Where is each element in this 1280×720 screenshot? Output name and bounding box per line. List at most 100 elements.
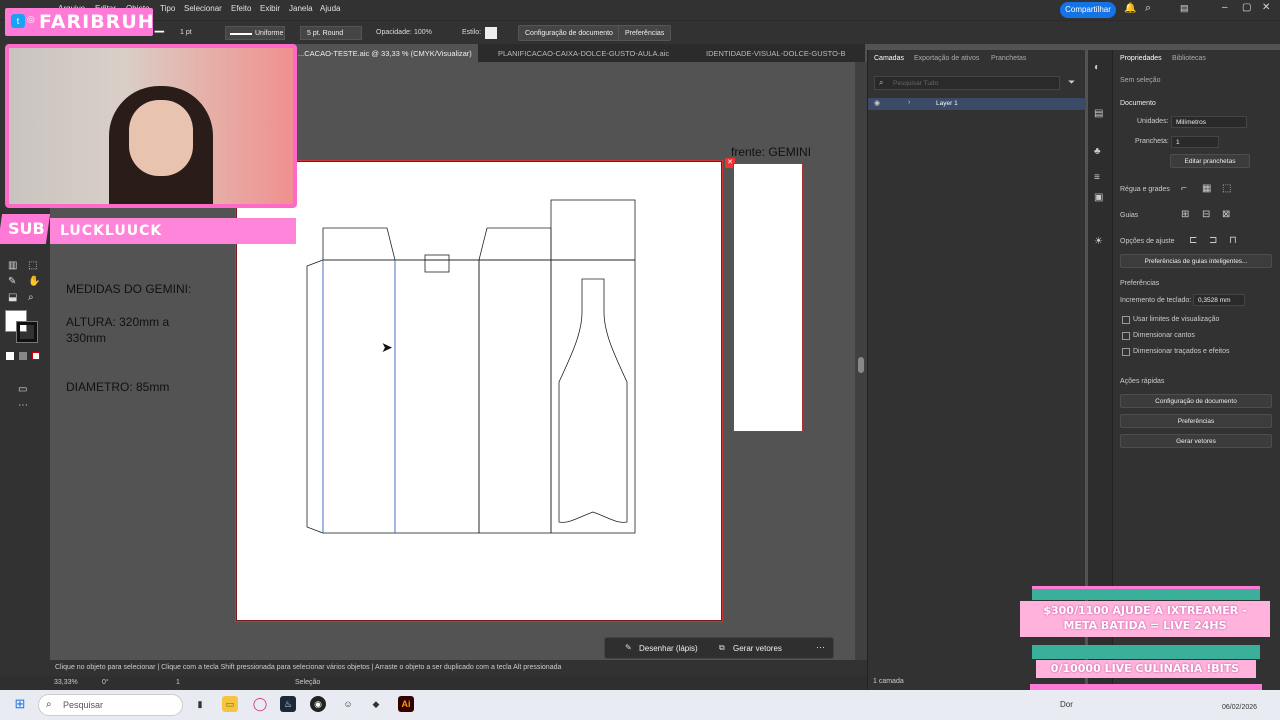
smart-guides-prefs-button[interactable]: Preferências de guias inteligentes... xyxy=(1120,254,1272,268)
color-mode-icon[interactable] xyxy=(6,352,14,360)
brushes-icon[interactable]: ♣ xyxy=(1094,146,1101,157)
rotation-angle[interactable]: 0° xyxy=(102,679,109,686)
discord-icon[interactable]: ☺ xyxy=(340,696,356,712)
menu-select[interactable]: Selecionar xyxy=(184,4,222,13)
edit-artboards-button[interactable]: Editar pranchetas xyxy=(1170,154,1250,168)
filter-icon[interactable]: ⏷ xyxy=(1068,77,1075,88)
none-mode-icon[interactable] xyxy=(32,352,40,360)
style-swatch[interactable] xyxy=(485,27,497,39)
opacity-value[interactable]: 100% xyxy=(414,29,432,36)
tab-properties[interactable]: Propriedades xyxy=(1120,55,1162,62)
ruler-icon[interactable]: ⌐ xyxy=(1181,183,1187,194)
brush-dropdown[interactable]: 5 pt. Round xyxy=(300,26,362,40)
snap-pixel-icon[interactable]: ⊓ xyxy=(1229,235,1237,246)
dieline-drawing[interactable] xyxy=(237,162,723,622)
snap-point-icon[interactable]: ⊏ xyxy=(1189,235,1197,246)
qa-preferences-button[interactable]: Preferências xyxy=(1120,414,1272,428)
checkbox-scale-strokes[interactable] xyxy=(1122,348,1130,356)
vertical-scrollbar[interactable] xyxy=(855,62,867,660)
taskbar-search[interactable]: ⌕ Pesquisar xyxy=(38,694,183,716)
windows-start-icon[interactable]: ⊞ xyxy=(12,696,28,712)
tab-artboards[interactable]: Pranchetas xyxy=(991,55,1026,62)
qa-generate-vectors-button[interactable]: Gerar vetores xyxy=(1120,434,1272,448)
expand-chevron-icon[interactable]: › xyxy=(908,99,910,106)
workspace-icon[interactable]: ▤ xyxy=(1180,3,1189,14)
stroke-swatch[interactable] xyxy=(16,321,38,343)
tab-libraries[interactable]: Bibliotecas xyxy=(1172,55,1206,62)
draw-pencil-button[interactable]: Desenhar (lápis) xyxy=(639,644,698,653)
properties-icon[interactable]: ◐ xyxy=(1094,62,1100,73)
tab-document-2[interactable]: PLANIFICACAO-CAIXA-DOLCE-GUSTO-AULA.aic xyxy=(480,44,680,62)
tab-label: ...CACAO-TESTE.aic @ 33,33 % (CMYK/Visua… xyxy=(298,49,472,58)
illustrator-icon[interactable]: Ai xyxy=(398,696,414,712)
tab-label: IDENTIDADE-VISUAL-DOLCE-GUSTO-B xyxy=(706,49,846,58)
file-explorer-icon[interactable]: ▭ xyxy=(222,696,238,712)
keyboard-increment-value: 0,3528 mm xyxy=(1198,297,1231,304)
close-icon[interactable]: ✕ xyxy=(1262,2,1270,13)
steam-icon[interactable]: ♨ xyxy=(280,696,296,712)
layer-name[interactable]: Layer 1 xyxy=(936,100,958,107)
menu-effect[interactable]: Efeito xyxy=(231,4,251,13)
print-tiling-icon[interactable]: ⬓ xyxy=(8,292,17,303)
stroke-style-dropdown[interactable]: Uniforme xyxy=(225,26,285,40)
stroke-weight[interactable]: 1 pt xyxy=(180,29,192,36)
qa-doc-setup-button[interactable]: Configuração de documento xyxy=(1120,394,1272,408)
zoom-level[interactable]: 33,33% xyxy=(54,679,78,686)
search-icon[interactable]: ⌕ xyxy=(1145,2,1151,15)
checkbox-scale-corners-label: Dimensionar cantos xyxy=(1133,332,1195,339)
share-button[interactable]: Compartilhar xyxy=(1060,2,1116,18)
artboard-2[interactable] xyxy=(733,163,803,432)
doc-setup-button[interactable]: Configuração de documento xyxy=(518,25,620,41)
artboard-number[interactable]: 1 xyxy=(176,679,180,686)
task-view-icon[interactable]: ▮ xyxy=(192,696,208,712)
grid-icon[interactable]: ▦ xyxy=(1202,183,1211,194)
hand-tool-icon[interactable]: ✋ xyxy=(28,276,40,287)
obs-icon[interactable]: ◉ xyxy=(310,696,326,712)
tab-layers[interactable]: Camadas xyxy=(874,55,904,62)
scroll-thumb[interactable] xyxy=(858,357,864,373)
sub-name: LUCKLUUCK xyxy=(60,223,163,239)
keyboard-increment-input[interactable]: 0,3528 mm xyxy=(1193,294,1245,306)
appearance-icon[interactable]: ☀ xyxy=(1094,236,1103,247)
artboard-1[interactable] xyxy=(235,160,723,622)
layers-icon[interactable]: ▤ xyxy=(1094,108,1103,119)
gradient-icon[interactable]: ▣ xyxy=(1094,192,1103,203)
checkbox-preview-bounds[interactable] xyxy=(1122,316,1130,324)
gradient-mode-icon[interactable] xyxy=(19,352,27,360)
smart-guides-icon[interactable]: ⊠ xyxy=(1222,209,1230,220)
generate-vectors-button[interactable]: Gerar vetores xyxy=(733,644,782,653)
menu-view[interactable]: Exibir xyxy=(260,4,280,13)
pixel-grid-icon[interactable]: ⬚ xyxy=(1222,183,1231,194)
menu-window[interactable]: Janela xyxy=(289,4,313,13)
document-tabs: ...CACAO-TESTE.aic @ 33,33 % (CMYK/Visua… xyxy=(240,44,865,62)
app-icon[interactable]: ◆ xyxy=(368,696,384,712)
layer-row[interactable]: ◉ › Layer 1 xyxy=(868,98,1086,110)
minimize-icon[interactable]: – xyxy=(1222,2,1228,13)
artboard-select[interactable]: 1 xyxy=(1171,136,1219,148)
snap-grid-icon[interactable]: ⊐ xyxy=(1209,235,1217,246)
bell-icon[interactable]: 🔔 xyxy=(1124,3,1136,14)
chart-tool-icon[interactable]: ▥ xyxy=(8,260,17,271)
slice-tool-icon[interactable]: ✎ xyxy=(8,276,16,287)
goal1-line1: $300/1100 AJUDE A IXTREAMER - xyxy=(1043,604,1247,617)
layers-search[interactable]: ⌕ Pesquisar Tudo xyxy=(874,76,1060,90)
zoom-tool-icon[interactable]: ⌕ xyxy=(28,292,34,303)
control-bar: 1 pt Uniforme 5 pt. Round Opacidade: 100… xyxy=(0,20,1280,44)
notes-height-1: ALTURA: 320mm a xyxy=(66,315,170,329)
menu-help[interactable]: Ajuda xyxy=(320,4,340,13)
opera-icon[interactable]: ◯ xyxy=(252,696,268,712)
more-options-icon[interactable]: ⋯ xyxy=(816,642,825,653)
checkbox-scale-corners[interactable] xyxy=(1122,332,1130,340)
tab-asset-export[interactable]: Exportação de ativos xyxy=(914,55,979,62)
stroke-icon[interactable]: ≡ xyxy=(1094,172,1100,183)
guides-icon[interactable]: ⊞ xyxy=(1181,209,1189,220)
lock-guides-icon[interactable]: ⊟ xyxy=(1202,209,1210,220)
screen-mode-icon[interactable]: ▭ xyxy=(18,384,27,395)
artboard-tool-icon[interactable]: ⬚ xyxy=(28,260,37,271)
preferences-button[interactable]: Preferências xyxy=(618,25,672,41)
more-tools-icon[interactable]: ⋯ xyxy=(18,400,28,411)
visibility-eye-icon[interactable]: ◉ xyxy=(874,99,880,107)
maximize-icon[interactable]: ▢ xyxy=(1242,2,1251,13)
tab-document-3[interactable]: IDENTIDADE-VISUAL-DOLCE-GUSTO-B xyxy=(690,44,865,62)
units-select[interactable]: Milímetros xyxy=(1171,116,1247,128)
